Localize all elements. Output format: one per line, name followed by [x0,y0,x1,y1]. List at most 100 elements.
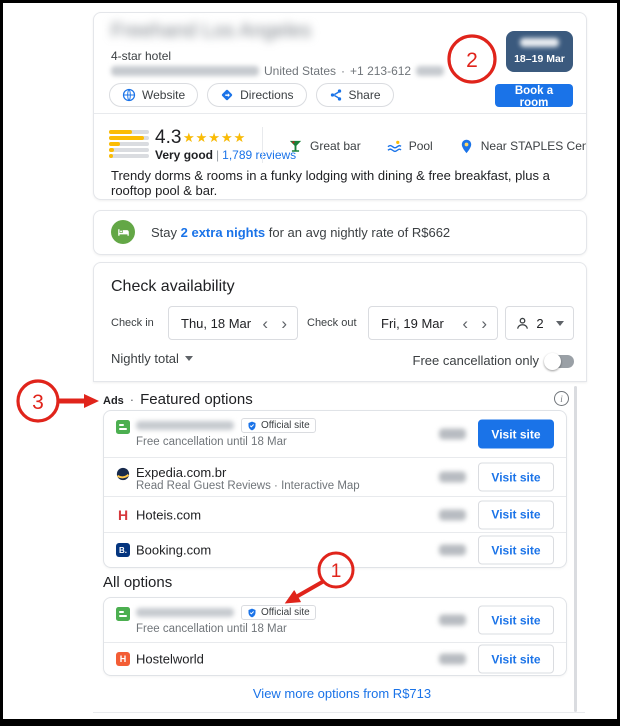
website-button[interactable]: Website [109,83,198,107]
all-options-title: All options [103,574,172,591]
share-icon [329,88,343,102]
vertical-divider [262,127,263,163]
date-next-icon[interactable]: › [478,315,490,332]
check-availability-card: Check availability Check in Thu, 18 Mar … [93,262,587,382]
amenity-label: Pool [409,139,433,153]
amenity-label: Great bar [310,139,361,153]
website-label: Website [142,88,185,102]
directions-icon [220,88,234,102]
directions-label: Directions [240,88,293,102]
visit-site-button[interactable]: Visit site [478,606,554,635]
ads-separator: · [130,392,134,407]
date-prev-icon[interactable]: ‹ [259,315,271,332]
ad-row-booking[interactable]: B. Booking.com Visit site [104,532,566,567]
directions-button[interactable]: Directions [207,83,306,107]
hoteis-icon: H [118,508,128,522]
ads-label: Ads [103,395,124,407]
ad-row-hoteis[interactable]: H Hoteis.com Visit site [104,496,566,532]
date-prev-icon[interactable]: ‹ [459,315,471,332]
visit-site-button[interactable]: Visit site [478,500,554,529]
ad-row-subtitle: Read Real Guest Reviews · Interactive Ma… [136,480,360,492]
chevron-down-icon [556,321,564,326]
map-pin-icon [459,139,474,154]
reviews-link[interactable]: 1,789 reviews [222,148,296,162]
partner-name: Hoteis.com [136,507,201,522]
redacted-phone-tail [416,66,444,76]
redacted-chip-price [520,38,559,47]
official-site-badge: Official site [241,418,316,433]
ad-row-expedia[interactable]: Expedia.com.br Read Real Guest Reviews ·… [104,457,566,496]
hotel-description: Trendy dorms & rooms in a funky lodging … [111,168,571,198]
partner-name: Booking.com [136,543,211,558]
share-button[interactable]: Share [316,83,394,107]
option-row-official-site[interactable]: Official site Free cancellation until 18… [104,598,566,642]
hotel-actions: Website Directions Share [109,83,394,107]
redacted-price [439,429,466,440]
availability-title: Check availability [111,278,235,296]
chevron-down-icon [185,356,193,361]
hotel-header-card: Freehand Los Angeles 4-star hotel United… [93,12,587,200]
scrollbar[interactable] [574,386,577,712]
redacted-price [439,472,466,483]
guests-count: 2 [536,316,543,331]
card-divider [94,113,586,114]
shield-icon [247,608,257,618]
visit-site-button[interactable]: Visit site [478,463,554,492]
amenity-pool: Pool [387,139,433,154]
official-site-badge: Official site [241,605,316,620]
hotel-category: 4-star hotel [111,49,171,63]
address-country: United States [264,64,336,78]
shield-icon [247,421,257,431]
price-date-chip[interactable]: 18–19 Mar [506,31,573,72]
redacted-price [439,509,466,520]
redacted-price [439,654,466,665]
hotel-name-redacted: Freehand Los Angeles [111,20,311,43]
rating-separator: | [216,148,219,162]
check-in-label: Check in [111,317,154,329]
nightly-total-dropdown[interactable]: Nightly total [111,351,193,366]
redacted-partner-name [136,608,234,617]
free-cancellation-toggle[interactable] [546,355,574,368]
date-next-icon[interactable]: › [278,315,290,332]
check-out-value: Fri, 19 Mar [369,316,444,331]
check-in-field[interactable]: Thu, 18 Mar ‹ › [168,306,298,340]
visit-site-button[interactable]: Visit site [478,536,554,565]
hotel-brand-icon [116,607,130,621]
visit-site-button[interactable]: Visit site [478,645,554,674]
redacted-address [111,66,259,76]
partner-name: Expedia.com.br [136,465,226,480]
check-out-label: Check out [307,317,357,329]
chip-dates: 18–19 Mar [506,53,573,65]
hotel-panel: Freehand Los Angeles 4-star hotel United… [3,3,617,719]
option-row-hostelworld[interactable]: H Hostelworld Visit site [104,642,566,675]
visit-site-button[interactable]: Visit site [478,420,554,449]
featured-options-title: Featured options [140,391,253,408]
martini-icon [288,139,303,154]
screenshot-frame: Freehand Los Angeles 4-star hotel United… [0,0,620,726]
guests-selector[interactable]: 2 [505,306,574,340]
info-icon[interactable]: i [554,391,569,406]
rating-summary: Very good|1,789 reviews [155,148,296,162]
redacted-price [439,615,466,626]
booking-icon: B. [116,543,130,557]
check-out-field[interactable]: Fri, 19 Mar ‹ › [368,306,498,340]
globe-icon [122,88,136,102]
ad-row-official-site[interactable]: Official site Free cancellation until 18… [104,411,566,457]
toggle-knob [544,353,561,370]
hotel-brand-icon [116,420,130,434]
book-a-room-button[interactable]: Book a room [495,84,573,107]
extra-nights-link[interactable]: 2 extra nights [181,225,266,240]
promo-prefix: Stay [151,225,181,240]
ratings-histogram [109,130,149,160]
view-more-options-link[interactable]: View more options from R$713 [253,686,431,701]
check-in-value: Thu, 18 Mar [169,316,251,331]
free-cancellation-label: Free cancellation only [413,353,539,368]
redacted-partner-name [136,421,234,430]
view-more-link-row: View more options from R$713 [96,686,588,701]
official-site-label: Official site [261,420,310,431]
ads-heading: Ads · Featured options [103,391,253,408]
amenity-label: Near STAPLES Center [481,139,586,153]
rating-label: Very good [155,148,213,162]
amenity-near-staples: Near STAPLES Center [459,139,586,154]
nightly-total-label: Nightly total [111,351,179,366]
